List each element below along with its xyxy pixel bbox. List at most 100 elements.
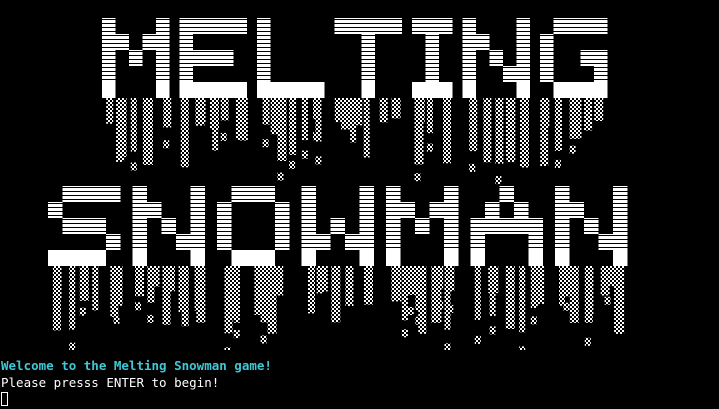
art-line-snowman xyxy=(48,186,628,350)
art-block xyxy=(193,18,207,34)
art-drip xyxy=(364,266,373,305)
art-block xyxy=(142,34,156,50)
art-drip xyxy=(474,266,481,320)
art-drip xyxy=(391,266,402,302)
art-drip-dot xyxy=(260,335,267,344)
art-block xyxy=(613,250,628,266)
art-block xyxy=(129,50,143,66)
art-drip-dot xyxy=(474,335,481,344)
art-drip xyxy=(437,266,444,289)
art-drip-dot xyxy=(415,316,422,325)
art-block xyxy=(301,218,316,234)
art-block xyxy=(193,82,207,98)
art-block xyxy=(553,18,567,34)
terminal-window[interactable]: Welcome to the Melting Snowman game! Ple… xyxy=(0,0,719,409)
art-block xyxy=(301,186,316,202)
art-block xyxy=(528,234,543,250)
art-drip xyxy=(142,98,153,165)
art-block xyxy=(528,218,543,234)
art-drip xyxy=(350,98,357,143)
art-drip-dot xyxy=(554,159,561,168)
art-block xyxy=(361,34,375,50)
art-block xyxy=(386,202,401,218)
art-block xyxy=(257,50,271,66)
art-block xyxy=(361,18,375,34)
art-block xyxy=(260,186,275,202)
art-block xyxy=(345,234,360,250)
art-drip-dot xyxy=(289,160,296,169)
art-drip xyxy=(334,98,341,123)
art-drip xyxy=(110,266,119,317)
art-block xyxy=(270,82,284,98)
art-block xyxy=(470,218,485,234)
art-block xyxy=(62,218,77,234)
art-block xyxy=(132,250,147,266)
art-block xyxy=(503,66,517,82)
art-drip xyxy=(444,266,451,330)
art-block xyxy=(580,82,594,98)
art-drip xyxy=(117,98,127,158)
art-drip-dot xyxy=(130,162,137,171)
art-drip xyxy=(415,266,426,310)
art-block xyxy=(217,202,232,218)
art-block xyxy=(476,34,490,50)
art-block xyxy=(425,34,439,50)
art-drip xyxy=(379,98,388,123)
art-block xyxy=(567,18,581,34)
art-block xyxy=(231,250,246,266)
art-block xyxy=(584,218,599,234)
art-block xyxy=(179,82,193,98)
art-block xyxy=(514,218,529,234)
art-block xyxy=(161,218,176,234)
art-drip xyxy=(163,98,172,128)
art-block xyxy=(106,234,121,250)
art-block xyxy=(260,250,275,266)
art-drip-dot xyxy=(220,132,227,141)
art-block xyxy=(179,66,193,82)
art-block xyxy=(485,218,500,234)
art-block xyxy=(400,202,415,218)
art-drip-dot xyxy=(313,132,319,141)
art-block xyxy=(233,18,247,34)
art-block xyxy=(48,202,63,218)
art-drip-dot xyxy=(519,346,526,350)
art-block xyxy=(102,82,116,98)
art-block xyxy=(77,250,92,266)
art-drip xyxy=(520,98,529,168)
art-block xyxy=(190,250,205,266)
art-drip xyxy=(239,98,248,141)
art-drip xyxy=(220,98,229,121)
art-block xyxy=(444,218,459,234)
art-block xyxy=(316,234,331,250)
art-drip xyxy=(495,98,502,140)
art-block xyxy=(444,234,459,250)
art-block xyxy=(257,66,271,82)
art-block xyxy=(206,18,220,34)
art-drip-dot xyxy=(530,316,537,325)
art-block xyxy=(334,18,348,34)
art-block xyxy=(425,66,439,82)
terminal-cursor xyxy=(1,392,8,406)
art-block xyxy=(412,82,426,98)
art-block xyxy=(462,66,476,82)
art-drip xyxy=(277,98,287,161)
art-block xyxy=(499,186,514,202)
art-block xyxy=(220,82,234,98)
art-block xyxy=(179,50,193,66)
art-drip-dot xyxy=(495,176,502,185)
art-drip-dot xyxy=(301,150,308,159)
art-block xyxy=(115,34,129,50)
art-drip-dot xyxy=(489,326,496,335)
art-drip xyxy=(614,266,622,330)
art-block xyxy=(386,218,401,234)
art-block xyxy=(444,202,459,218)
art-block xyxy=(106,186,121,202)
art-drip xyxy=(469,98,478,152)
art-drip xyxy=(414,98,425,122)
art-block xyxy=(489,50,503,66)
art-block xyxy=(102,18,116,34)
art-drip-dot xyxy=(604,296,611,305)
art-block xyxy=(359,218,374,234)
art-drip-dot xyxy=(135,302,141,311)
art-block xyxy=(359,186,374,202)
